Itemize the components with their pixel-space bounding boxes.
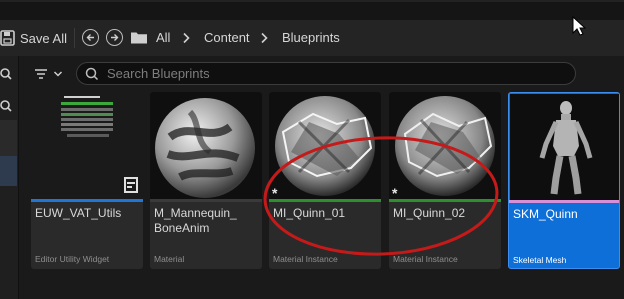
save-all-button[interactable]: Save All — [0, 26, 67, 50]
asset-thumbnail — [31, 92, 143, 200]
skeletal-mesh-image — [510, 94, 619, 200]
asset-type-bar — [269, 199, 381, 202]
filter-icon — [35, 69, 47, 79]
arrow-right-icon — [111, 34, 119, 41]
filter-button[interactable] — [33, 63, 67, 85]
asset-type: Material — [154, 254, 185, 264]
forward-button[interactable] — [106, 29, 123, 46]
asset-type: Material Instance — [273, 254, 338, 264]
asset-name: MI_Quinn_01 — [273, 206, 346, 220]
search-icon[interactable] — [0, 66, 16, 82]
breadcrumb-content[interactable]: Content — [204, 30, 250, 45]
chevron-down-icon — [53, 71, 63, 77]
save-all-label: Save All — [20, 30, 67, 46]
asset-thumbnail — [150, 92, 262, 200]
asset-name: M_Mannequin_ BoneAnim — [154, 206, 237, 235]
asset-type-bar — [509, 200, 619, 203]
asset-type: Skeletal Mesh — [513, 255, 567, 265]
folder-icon[interactable] — [130, 30, 148, 45]
asset-type: Material Instance — [393, 254, 458, 264]
chevron-right-icon[interactable] — [181, 32, 191, 44]
toolbar: Save All All Content Blueprints — [0, 20, 624, 56]
toolbar-divider — [74, 28, 75, 48]
material-instance-image — [395, 96, 495, 196]
asset-thumbnail — [269, 92, 381, 200]
asset-type-bar — [31, 199, 143, 202]
asset-tile-m-mannequin-boneanim[interactable]: M_Mannequin_ BoneAnim Material — [150, 92, 262, 269]
widget-preview-image — [31, 92, 143, 200]
asset-type: Editor Utility Widget — [35, 254, 110, 264]
save-icon — [0, 30, 15, 46]
search-bar[interactable] — [76, 62, 576, 85]
asset-tile-skm-quinn[interactable]: SKM_Quinn Skeletal Mesh — [508, 92, 620, 269]
asset-type-bar — [150, 199, 262, 202]
asset-tile-mi-quinn-01[interactable]: * MI_Quinn_01 Material Instance — [269, 92, 381, 269]
asset-thumbnail — [510, 94, 619, 202]
top-strip — [0, 0, 624, 20]
asset-tile-euw-vat-utils[interactable]: EUW_VAT_Utils Editor Utility Widget — [31, 92, 143, 269]
asset-thumbnail — [389, 92, 501, 200]
chevron-right-icon[interactable] — [259, 32, 269, 44]
asset-name: MI_Quinn_02 — [393, 206, 466, 220]
arrow-left-icon — [86, 34, 94, 41]
back-button[interactable] — [82, 29, 99, 46]
mouse-cursor-icon — [572, 16, 586, 36]
breadcrumb-all[interactable]: All — [156, 30, 170, 45]
material-sphere-image — [155, 98, 255, 198]
asset-type-bar — [389, 199, 501, 202]
material-instance-image — [275, 96, 375, 196]
asset-name: SKM_Quinn — [513, 207, 578, 221]
breadcrumb-blueprints[interactable]: Blueprints — [282, 30, 340, 45]
asset-tile-mi-quinn-02[interactable]: * MI_Quinn_02 Material Instance — [389, 92, 501, 269]
asset-grid: EUW_VAT_Utils Editor Utility Widget M_Ma… — [0, 90, 624, 299]
asset-name: EUW_VAT_Utils — [35, 206, 122, 220]
search-icon — [85, 67, 99, 80]
search-input[interactable] — [107, 66, 567, 81]
